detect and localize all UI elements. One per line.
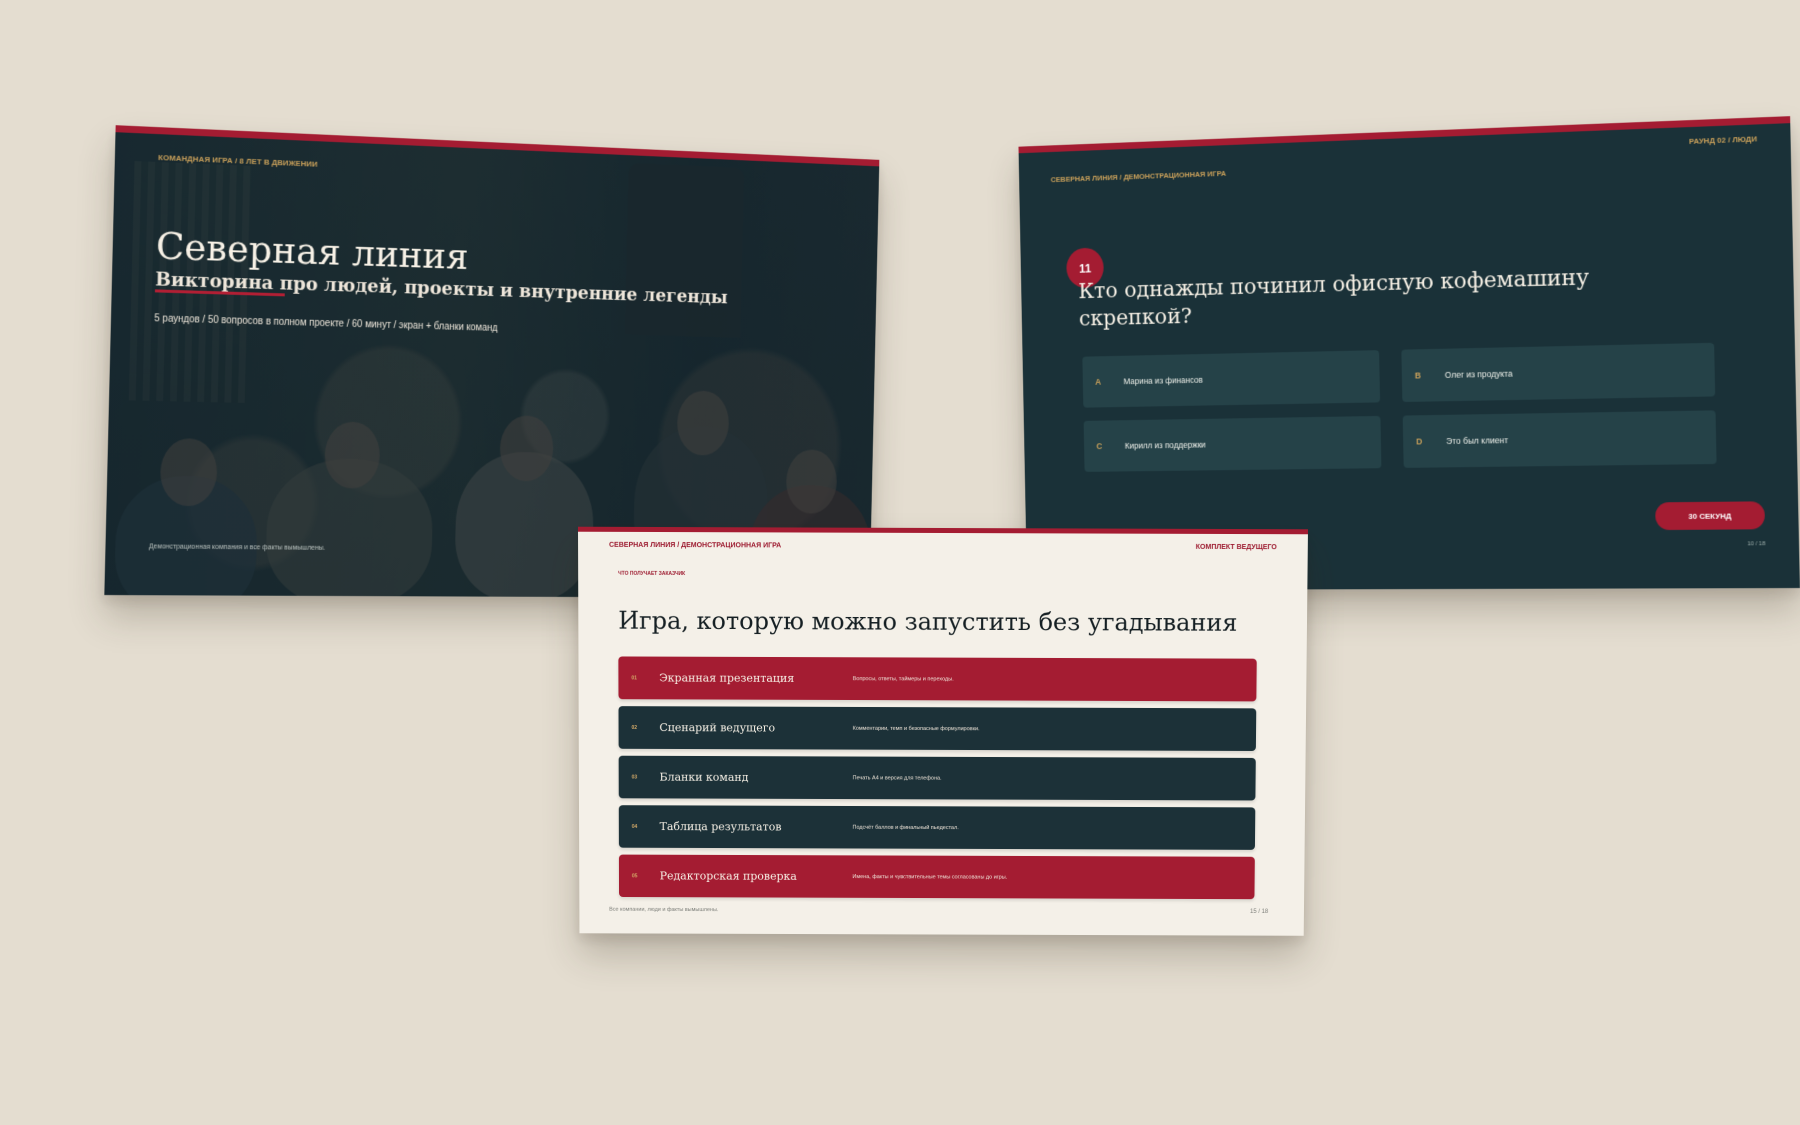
deliverable-row[interactable]: 05 Редакторская проверка Имена, факты и … [618, 854, 1255, 900]
timer-button[interactable]: 30 СЕКУНД [1655, 501, 1766, 531]
answer-text: Это был клиент [1446, 435, 1509, 446]
deliverable-row[interactable]: 04 Таблица результатов Подсчёт баллов и … [618, 805, 1256, 850]
question-slide-corner-label: СЕВЕРНАЯ ЛИНИЯ / ДЕМОНСТРАЦИОННАЯ ИГРА [1050, 169, 1227, 185]
host-kit-slide: СЕВЕРНАЯ ЛИНИЯ / ДЕМОНСТРАЦИОННАЯ ИГРА К… [577, 526, 1308, 936]
deliverable-title: Экранная презентация [659, 671, 795, 685]
deliverable-row[interactable]: 01 Экранная презентация Вопросы, ответы,… [618, 656, 1257, 702]
deliverable-description: Печать A4 и версия для телефона. [852, 774, 942, 782]
answer-option-a[interactable]: A Марина из финансов [1082, 350, 1381, 408]
deliverable-row[interactable]: 02 Сценарий ведущего Комментарии, темп и… [618, 706, 1257, 751]
answer-options: A Марина из финансов B Олег из продукта … [1082, 342, 1717, 472]
question-text: Кто однажды починил офисную кофемашину с… [1078, 264, 1590, 332]
deliverable-row[interactable]: 03 Бланки команд Печать A4 и версия для … [618, 755, 1256, 801]
deliverable-title: Сценарий ведущего [659, 721, 776, 735]
deliverable-title: Редакторская проверка [659, 869, 797, 883]
deliverables-list: 01 Экранная презентация Вопросы, ответы,… [618, 656, 1257, 900]
answer-letter: C [1096, 441, 1103, 451]
answer-option-c[interactable]: C Кирилл из поддержки [1083, 415, 1382, 472]
answer-text: Кирилл из поддержки [1124, 439, 1206, 451]
answer-option-d[interactable]: D Это был клиент [1402, 410, 1717, 468]
question-page-number: 10 / 18 [1747, 541, 1766, 548]
deliverable-description: Комментарии, темп и безопасные формулиро… [852, 725, 980, 732]
deliverable-description: Вопросы, ответы, таймеры и переходы. [852, 675, 954, 682]
deliverable-number: 04 [631, 823, 638, 830]
host-kit-title: Игра, которую можно запустить без угадыв… [618, 606, 1238, 637]
deliverable-number: 02 [631, 724, 638, 731]
host-kit-header-left: СЕВЕРНАЯ ЛИНИЯ / ДЕМОНСТРАЦИОННАЯ ИГРА [609, 541, 782, 550]
answer-letter: D [1416, 436, 1423, 447]
answer-letter: A [1095, 377, 1102, 387]
host-kit-footer: Все компании, люди и факты вымышлены. [609, 906, 719, 914]
round-label: РАУНД 02 / ЛЮДИ [1688, 134, 1758, 146]
deliverable-description: Подсчёт баллов и финальный пьедестал. [852, 824, 959, 831]
host-kit-kicker: ЧТО ПОЛУЧАЕТ ЗАКАЗЧИК [618, 570, 686, 578]
answer-option-b[interactable]: B Олег из продукта [1401, 342, 1716, 402]
answer-text: Марина из финансов [1123, 375, 1203, 387]
title-slide-disclaimer: Демонстрационная компания и все факты вы… [148, 543, 326, 552]
deliverable-title: Таблица результатов [659, 820, 782, 834]
answer-text: Олег из продукта [1444, 368, 1513, 380]
host-kit-page-number: 15 / 18 [1249, 909, 1269, 915]
deliverable-number: 05 [631, 872, 638, 879]
question-slide: СЕВЕРНАЯ ЛИНИЯ / ДЕМОНСТРАЦИОННАЯ ИГРА Р… [1018, 116, 1800, 591]
question-slide-accent-bar [1018, 116, 1791, 154]
deliverable-number: 03 [631, 774, 638, 781]
deliverable-number: 01 [631, 674, 637, 681]
answer-letter: B [1414, 370, 1422, 381]
deliverable-description: Имена, факты и чувствительные темы согла… [852, 873, 1008, 881]
deliverable-title: Бланки команд [659, 770, 749, 784]
host-kit-header-right: КОМПЛЕКТ ВЕДУЩЕГО [1195, 543, 1277, 552]
